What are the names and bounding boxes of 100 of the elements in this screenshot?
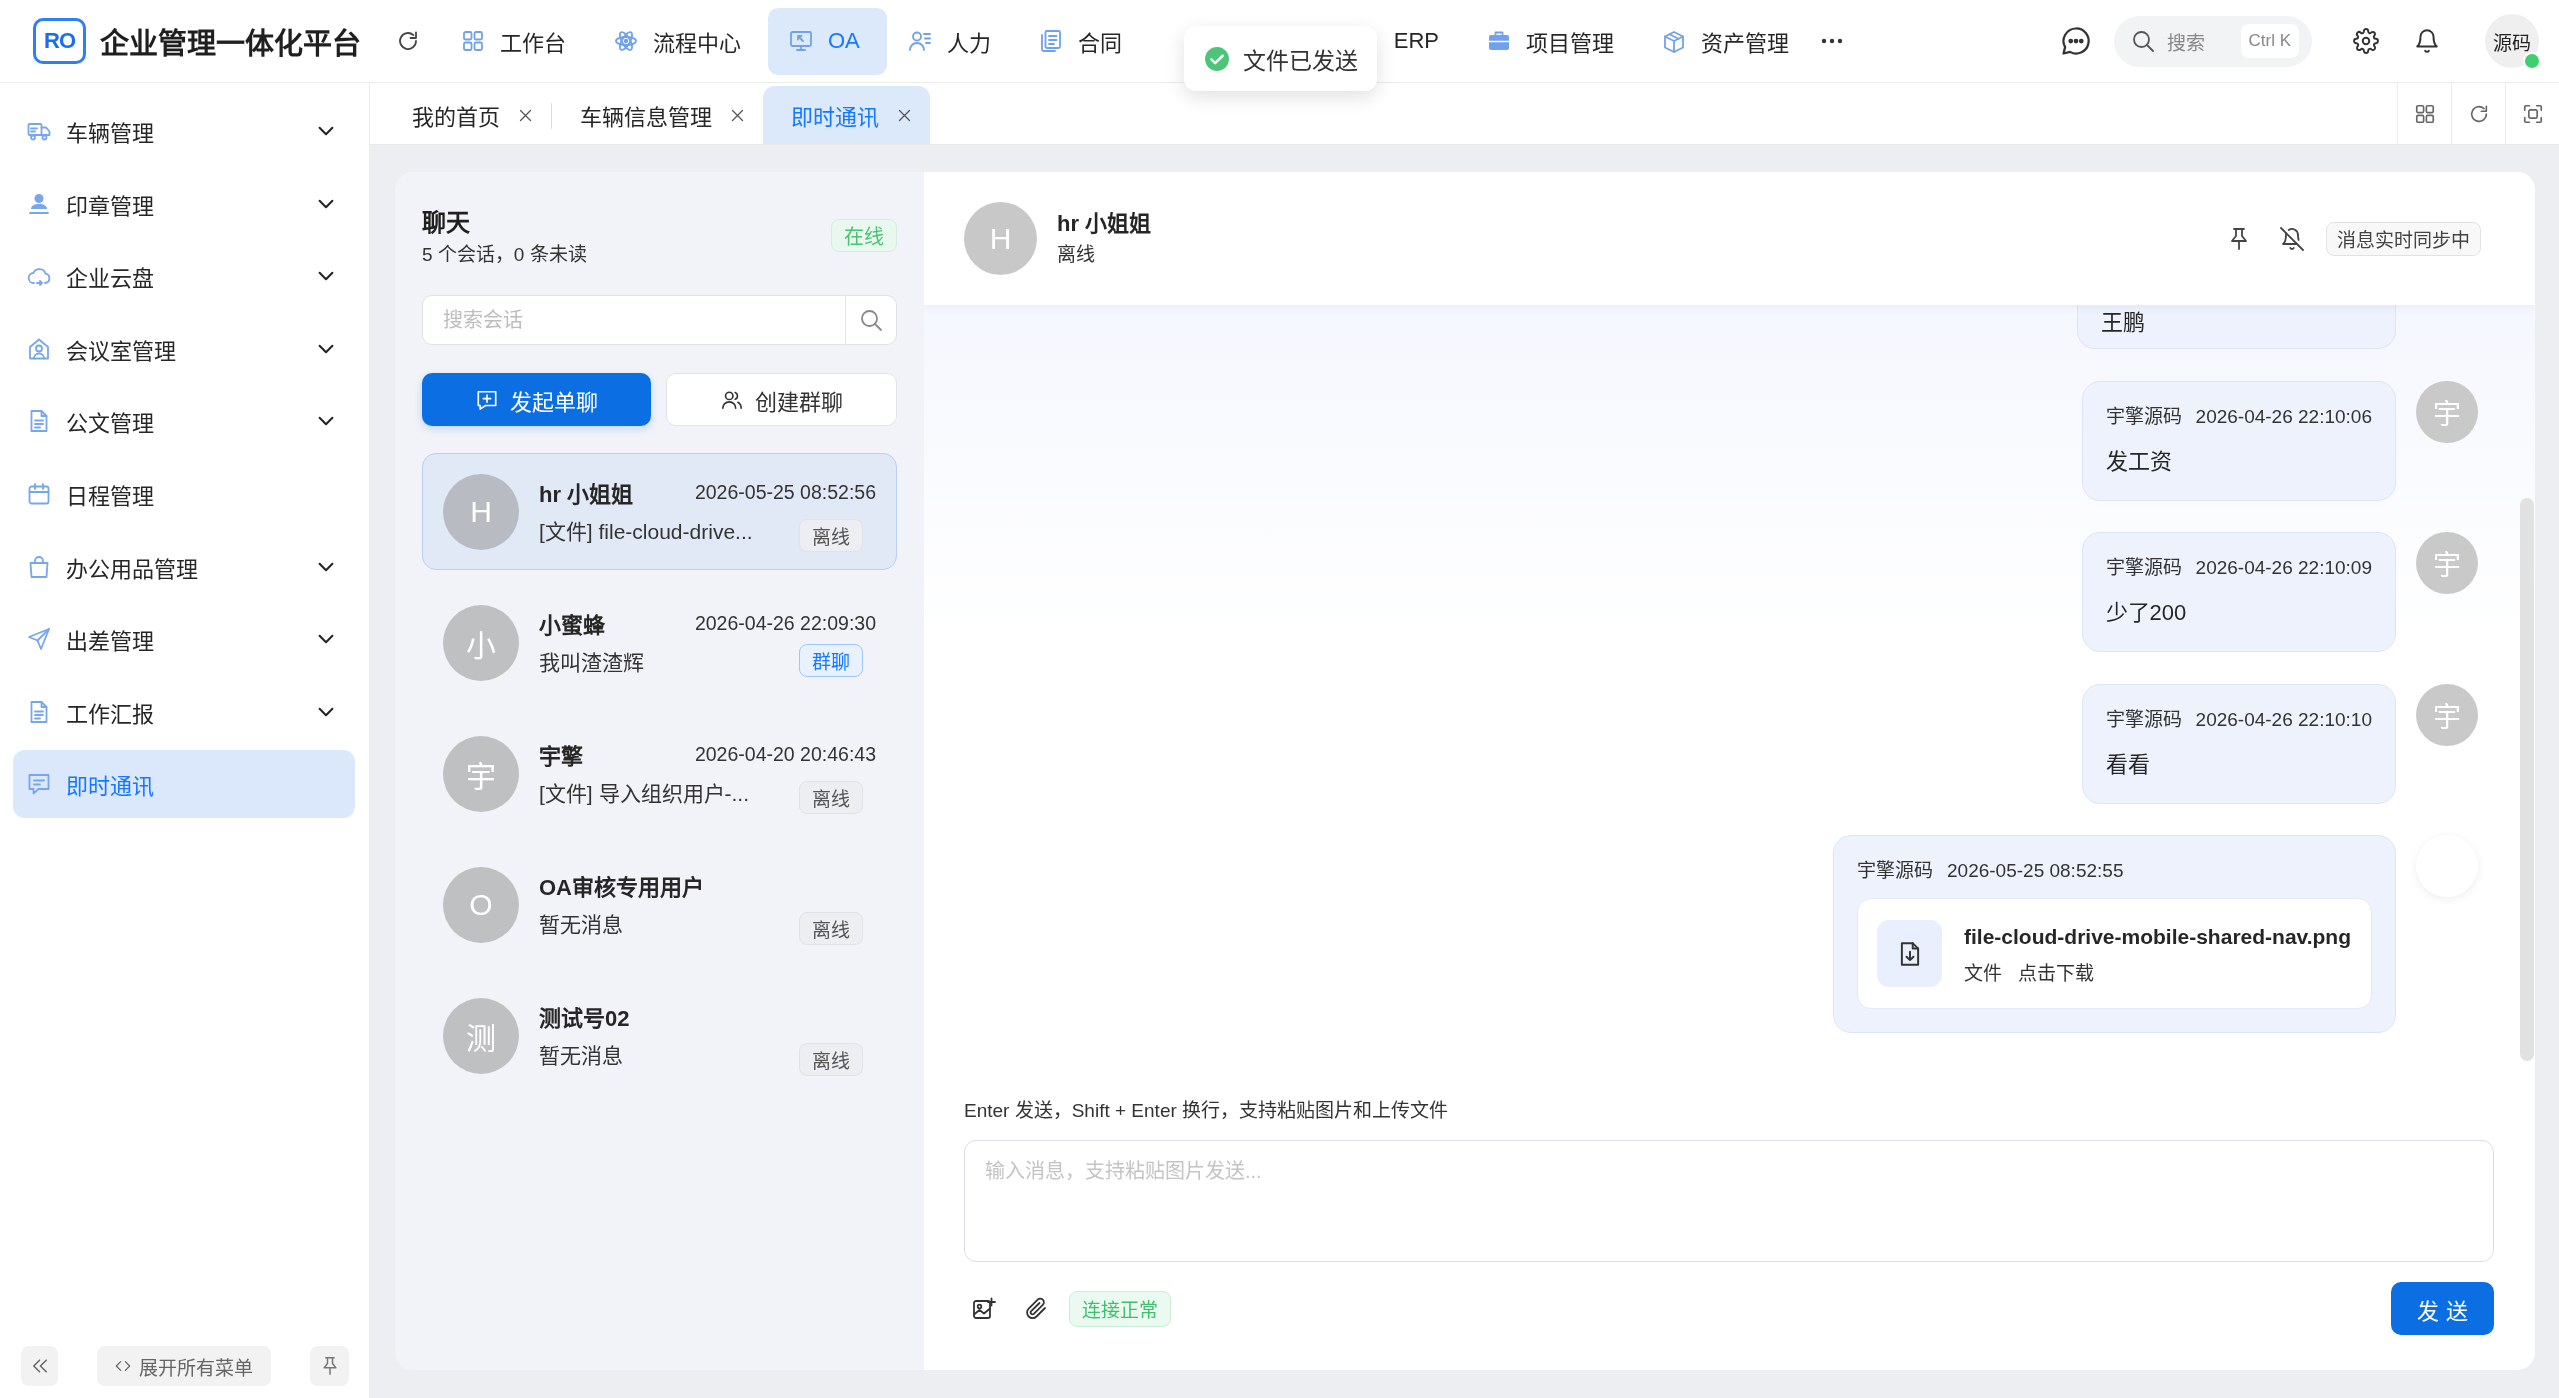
pin-button[interactable]	[310, 1346, 349, 1386]
sidebar-item[interactable]: 日程管理	[13, 459, 355, 528]
navigation-icon	[27, 627, 51, 652]
bell-off-icon[interactable]	[2280, 226, 2304, 251]
sender-name: 宇擎源码	[2105, 556, 2182, 580]
sidebar-item[interactable]: 出差管理	[13, 605, 355, 674]
image-plus-icon[interactable]	[972, 1296, 996, 1321]
sender-name: 宇擎源码	[2105, 707, 2182, 732]
contact-name: hr 小姐姐	[539, 481, 634, 508]
message-time: 2026-04-26 22:10:10	[2195, 707, 2372, 732]
conversation-item[interactable]: O OA审核专用用户 暂无消息 离线	[422, 846, 897, 963]
chat-icon[interactable]	[2061, 26, 2091, 56]
people-icon	[720, 388, 743, 411]
code-brackets-icon	[115, 1358, 131, 1374]
nav-tab[interactable]: 工作台	[440, 7, 593, 75]
document-icon	[1038, 29, 1063, 53]
chat-icon	[27, 772, 51, 797]
avatar: H	[443, 473, 519, 550]
grid-icon	[461, 29, 485, 53]
last-message-preview: 暂无消息	[539, 911, 623, 938]
bell-icon[interactable]	[2414, 28, 2440, 54]
file-card[interactable]: file-cloud-drive-mobile-shared-nav.png 文件 点击下载	[1857, 898, 2372, 1009]
logo: RO	[33, 18, 86, 64]
sidebar-item[interactable]: 企业云盘	[13, 242, 355, 311]
toast-message: 文件已发送	[1243, 46, 1358, 76]
connection-status: 连接正常	[1069, 1290, 1171, 1327]
last-message-preview: [文件] 导入组织用户-...	[539, 780, 749, 807]
contact-name: 小蜜蜂	[539, 612, 605, 639]
sidebar-item[interactable]: 公文管理	[13, 387, 355, 456]
close-icon[interactable]	[518, 107, 533, 123]
last-message-preview: 暂无消息	[539, 1042, 623, 1069]
contact-name: 宇擎	[539, 743, 583, 770]
sender-name: 宇擎源码	[2105, 404, 2182, 429]
sender-name: 宇擎源码	[1857, 859, 1933, 883]
conversation-item[interactable]: 小 小蜜蜂 2026-04-26 22:09:30 我叫渣渣辉 群聊	[422, 584, 897, 701]
atom-icon	[614, 29, 638, 53]
last-message-time: 2026-05-25 08:52:56	[694, 480, 876, 504]
file-type: 文件	[1964, 962, 2002, 985]
user-avatar[interactable]: 源码	[2485, 14, 2539, 68]
conversation-summary: 5 个会话，0 条未读	[422, 243, 587, 267]
status-badge: 在线	[831, 219, 897, 252]
nav-tab[interactable]: 项目管理	[1466, 7, 1642, 75]
last-message-time: 2026-04-26 22:09:30	[694, 611, 876, 635]
input-hint: Enter 发送，Shift + Enter 换行，支持粘贴图片和上传文件	[964, 1099, 1450, 1123]
collapse-button[interactable]	[21, 1346, 58, 1386]
success-icon	[1204, 45, 1230, 72]
monitor-icon	[789, 29, 813, 53]
settings-icon[interactable]	[2353, 28, 2379, 54]
sidebar-item[interactable]: 会议室管理	[13, 314, 355, 383]
grid-icon[interactable]	[2413, 102, 2436, 125]
close-icon[interactable]	[730, 107, 745, 123]
scrollbar-thumb[interactable]	[2520, 498, 2534, 1061]
action-button[interactable]: 发起单聊	[422, 373, 651, 426]
file-name: file-cloud-drive-mobile-shared-nav.png	[1964, 924, 2351, 950]
refresh-icon[interactable]	[396, 29, 420, 53]
action-button[interactable]: 创建群聊	[666, 373, 897, 426]
person-list-icon	[907, 29, 932, 53]
calendar-icon	[27, 481, 51, 506]
sidebar-item[interactable]: 办公用品管理	[13, 532, 355, 601]
message-input[interactable]: 输入消息，支持粘贴图片发送...	[964, 1140, 2494, 1262]
last-message-time: 2026-04-20 20:46:43	[694, 742, 876, 766]
status-tag: 离线	[799, 911, 863, 945]
send-button[interactable]: 发 送	[2391, 1282, 2494, 1335]
house-person-icon	[27, 336, 51, 361]
search-button[interactable]	[845, 295, 897, 345]
chat-plus-icon	[475, 388, 498, 411]
paperclip-icon[interactable]	[1024, 1296, 1048, 1321]
page-tab[interactable]: 车辆信息管理	[552, 86, 763, 144]
shortcut-key: Ctrl K	[2240, 24, 2299, 58]
search-button[interactable]: 搜索 Ctrl K	[2114, 15, 2312, 67]
contact-status: 离线	[1057, 243, 1096, 267]
sidebar-item[interactable]: 印章管理	[13, 169, 355, 238]
sidebar-item[interactable]: 工作汇报	[13, 677, 355, 746]
conversation-item[interactable]: 测 测试号02 暂无消息 离线	[422, 977, 897, 1094]
search-icon	[2131, 29, 2155, 53]
status-tag: 离线	[799, 518, 863, 552]
expand-all-button[interactable]: 展开所有菜单	[97, 1346, 271, 1386]
close-icon[interactable]	[897, 107, 912, 123]
nav-tab[interactable]: 资产管理	[1641, 7, 1817, 75]
nav-tab[interactable]: 合同	[1017, 7, 1149, 75]
message-time: 2026-04-26 22:10:06	[2195, 404, 2372, 429]
page-tab[interactable]: 我的首页	[384, 86, 551, 144]
sidebar-item[interactable]: 车辆管理	[13, 97, 355, 165]
box-icon	[1662, 29, 1687, 53]
nav-tab[interactable]: 人力	[886, 7, 1018, 75]
status-tag: 离线	[799, 780, 863, 814]
message-text: 发工资	[2105, 447, 2173, 476]
avatar: 宇	[443, 735, 519, 812]
avatar: 小	[443, 604, 519, 681]
app-title: 企业管理一体化平台	[100, 27, 361, 62]
nav-tab[interactable]: 流程中心	[593, 7, 768, 75]
sync-status: 消息实时同步中	[2326, 221, 2481, 256]
search-field[interactable]: 搜索会话	[422, 295, 846, 345]
contact-name: OA审核专用用户	[539, 874, 704, 901]
conversation-item[interactable]: 宇 宇擎 2026-04-20 20:46:43 [文件] 导入组织用户-... 离线	[422, 715, 897, 832]
last-message-preview: 我叫渣渣辉	[539, 649, 644, 676]
conversation-item[interactable]: H hr 小姐姐 2026-05-25 08:52:56 [文件] file-cloud-drive... 离线	[422, 453, 897, 570]
stamp-icon	[27, 191, 51, 216]
download-link[interactable]: 点击下载	[2018, 958, 2094, 985]
fullscreen-icon[interactable]	[2521, 102, 2544, 125]
